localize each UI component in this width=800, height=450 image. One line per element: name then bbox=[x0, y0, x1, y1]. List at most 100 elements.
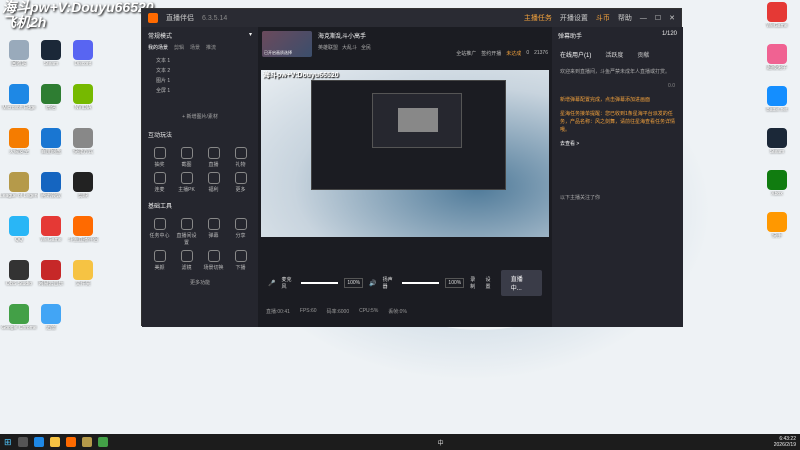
add-source-button[interactable]: + 新增图片/素材 bbox=[142, 95, 258, 126]
tool-item[interactable]: 滤镜 bbox=[175, 250, 198, 271]
streaming-app-window[interactable]: 直播伴侣 6.3.5.14 主播任务 开播设置 斗币 帮助 — ☐ ✕ 常规模式… bbox=[141, 8, 683, 327]
interaction-icon bbox=[207, 147, 220, 159]
interaction-item[interactable]: 直播 bbox=[202, 147, 225, 168]
lol-taskbar-icon[interactable] bbox=[81, 437, 92, 447]
more-functions-button[interactable]: 更多功能 bbox=[142, 275, 258, 286]
interaction-item[interactable]: 抽奖 bbox=[148, 147, 171, 168]
tool-item[interactable]: 分享 bbox=[229, 218, 252, 246]
desktop-icon[interactable]: Xbox bbox=[758, 170, 796, 204]
view-more-link[interactable]: 去查看 > bbox=[552, 137, 683, 151]
stream-cover-thumbnail[interactable]: 已开启画质选择 bbox=[262, 31, 312, 57]
stream-title[interactable]: 海克斯乱斗小高手 bbox=[318, 31, 371, 40]
desktop-icon[interactable]: Discord bbox=[64, 40, 102, 74]
scene-list: 文本 1 文本 2 图片 1 全屏 1 bbox=[142, 55, 258, 95]
desktop-icon-label: 超级兔子 bbox=[766, 65, 787, 71]
danmaku-assistant-title[interactable]: 弹幕助手 bbox=[558, 31, 582, 40]
category-tag[interactable]: 大乱斗 bbox=[342, 44, 357, 51]
mic-icon[interactable]: 🎤 bbox=[268, 280, 275, 287]
mode-label[interactable]: 常规模式 bbox=[148, 31, 172, 40]
desktop-icon[interactable]: 文件夹 bbox=[64, 260, 102, 294]
interaction-item[interactable]: 连麦 bbox=[148, 172, 171, 193]
ime-indicator[interactable]: 中 bbox=[438, 438, 444, 447]
interaction-item[interactable]: 截图 bbox=[175, 147, 198, 168]
tab-scene[interactable]: 场景 bbox=[190, 44, 200, 51]
app-taskbar-icon[interactable] bbox=[97, 437, 108, 447]
interaction-item[interactable]: 福利 bbox=[202, 172, 225, 193]
scene-item[interactable]: 图片 1 bbox=[142, 75, 258, 85]
stream-preview[interactable]: 海斗pw+V:Douyu66520 bbox=[261, 70, 549, 237]
tool-item[interactable]: 直播间设置 bbox=[175, 218, 198, 246]
speaker-volume-value[interactable]: 100% bbox=[445, 278, 465, 288]
tab-online-users[interactable]: 在线用户(1) bbox=[560, 50, 591, 59]
promotion-stat[interactable]: 全站推广 bbox=[456, 50, 476, 57]
desktop-icon[interactable]: 快手 bbox=[758, 212, 796, 246]
desktop-icon-label: 文件夹 bbox=[75, 281, 91, 287]
speaker-icon[interactable]: 🔊 bbox=[369, 280, 376, 287]
app-shortcut-icon bbox=[41, 216, 61, 236]
start-button-icon[interactable]: ⊞ bbox=[4, 437, 12, 448]
mic-volume-value[interactable]: 100% bbox=[344, 278, 364, 288]
tool-label: 直播间设置 bbox=[176, 233, 197, 246]
desktop-icon[interactable]: 斗鱼直播伴侣 bbox=[64, 216, 102, 250]
mic-volume-slider[interactable] bbox=[301, 282, 339, 284]
app-shortcut-icon bbox=[41, 40, 61, 60]
tool-item[interactable]: 美颜 bbox=[148, 250, 171, 271]
desktop-icon[interactable]: 超级兔子 bbox=[758, 44, 796, 78]
category-tag[interactable]: 英雄联盟 bbox=[318, 44, 338, 51]
desktop-icon[interactable]: Battle.net bbox=[758, 86, 796, 120]
tool-item[interactable]: 任务中心 bbox=[148, 218, 171, 246]
tool-item[interactable]: 场景切换 bbox=[202, 250, 225, 271]
desktop-icon[interactable]: 剪映 bbox=[64, 172, 102, 206]
explorer-taskbar-icon[interactable] bbox=[49, 437, 60, 447]
interaction-label: 抽奖 bbox=[154, 162, 165, 168]
speaker-volume-slider[interactable] bbox=[402, 282, 440, 284]
desktop-icon[interactable]: Steam bbox=[758, 128, 796, 162]
stream-watermark: 海斗pw+V:Douyu66520 飞机2h bbox=[2, 0, 154, 30]
interaction-icon bbox=[234, 147, 247, 159]
help-button[interactable]: 帮助 bbox=[618, 13, 632, 23]
app-shortcut-icon bbox=[73, 260, 93, 280]
interaction-icon bbox=[207, 172, 220, 184]
tab-my-scenes[interactable]: 我的场景 bbox=[148, 44, 168, 51]
stream-settings-button[interactable]: 开播设置 bbox=[560, 13, 588, 23]
maximize-icon[interactable]: ☐ bbox=[655, 14, 661, 22]
search-icon[interactable] bbox=[17, 437, 28, 447]
tab-contribution[interactable]: 贡献 bbox=[637, 50, 649, 59]
clock[interactable]: 6:43:22 2026/2/19 bbox=[774, 436, 796, 448]
status-bar: 直播:00:41 FPS:60 码率:6000 CPU:5% 丢帧:0% bbox=[258, 305, 552, 317]
category-tag[interactable]: 全民 bbox=[361, 44, 371, 51]
close-icon[interactable]: ✕ bbox=[669, 14, 675, 22]
interaction-item[interactable]: 更多 bbox=[229, 172, 252, 193]
record-button[interactable]: 录制 bbox=[470, 276, 479, 290]
edge-taskbar-icon[interactable] bbox=[33, 437, 44, 447]
mode-dropdown-icon[interactable]: ▾ bbox=[249, 31, 252, 40]
preview-nested-window bbox=[311, 80, 506, 190]
scene-item[interactable]: 全屏 1 bbox=[142, 85, 258, 95]
desktop-icon[interactable]: WeGame bbox=[758, 2, 796, 36]
app-shortcut-icon bbox=[9, 216, 29, 236]
minimize-icon[interactable]: — bbox=[640, 15, 647, 22]
settings-button[interactable]: 设置 bbox=[485, 276, 494, 290]
tab-push[interactable]: 推流 bbox=[206, 44, 216, 51]
tool-item[interactable]: 下播 bbox=[229, 250, 252, 271]
tool-item[interactable]: 弹幕 bbox=[202, 218, 225, 246]
preview-nested-window-core bbox=[398, 108, 438, 132]
desktop-icon[interactable]: 迅雷 bbox=[32, 304, 70, 338]
audio-controls: 🎤 麦克风 100% 🔊 扬声器 100% 录制 设置 直播中... bbox=[258, 270, 552, 296]
desktop-icon-label: 迅雷 bbox=[45, 325, 56, 331]
scene-item[interactable]: 文本 1 bbox=[142, 55, 258, 65]
preview-watermark: 海斗pw+V:Douyu66520 bbox=[263, 72, 339, 79]
start-live-button[interactable]: 直播中... bbox=[500, 270, 542, 296]
interaction-item[interactable]: 主播PK bbox=[175, 172, 198, 193]
danmaku-config-notice[interactable]: 新增弹幕配置完成，点击弹幕添加进画面 bbox=[552, 93, 683, 107]
coin-button[interactable]: 斗币 bbox=[596, 13, 610, 23]
anchor-task-button[interactable]: 主播任务 bbox=[524, 13, 552, 23]
interaction-label: 礼物 bbox=[235, 162, 246, 168]
tab-activity[interactable]: 活跃度 bbox=[605, 50, 623, 59]
desktop-icon[interactable]: NVIDIA bbox=[64, 84, 102, 118]
douyu-taskbar-icon[interactable] bbox=[65, 437, 76, 447]
tab-clip[interactable]: 剪辑 bbox=[174, 44, 184, 51]
desktop-icon[interactable]: 快捷方式 bbox=[64, 128, 102, 162]
interaction-item[interactable]: 礼物 bbox=[229, 147, 252, 168]
scene-item[interactable]: 文本 2 bbox=[142, 65, 258, 75]
